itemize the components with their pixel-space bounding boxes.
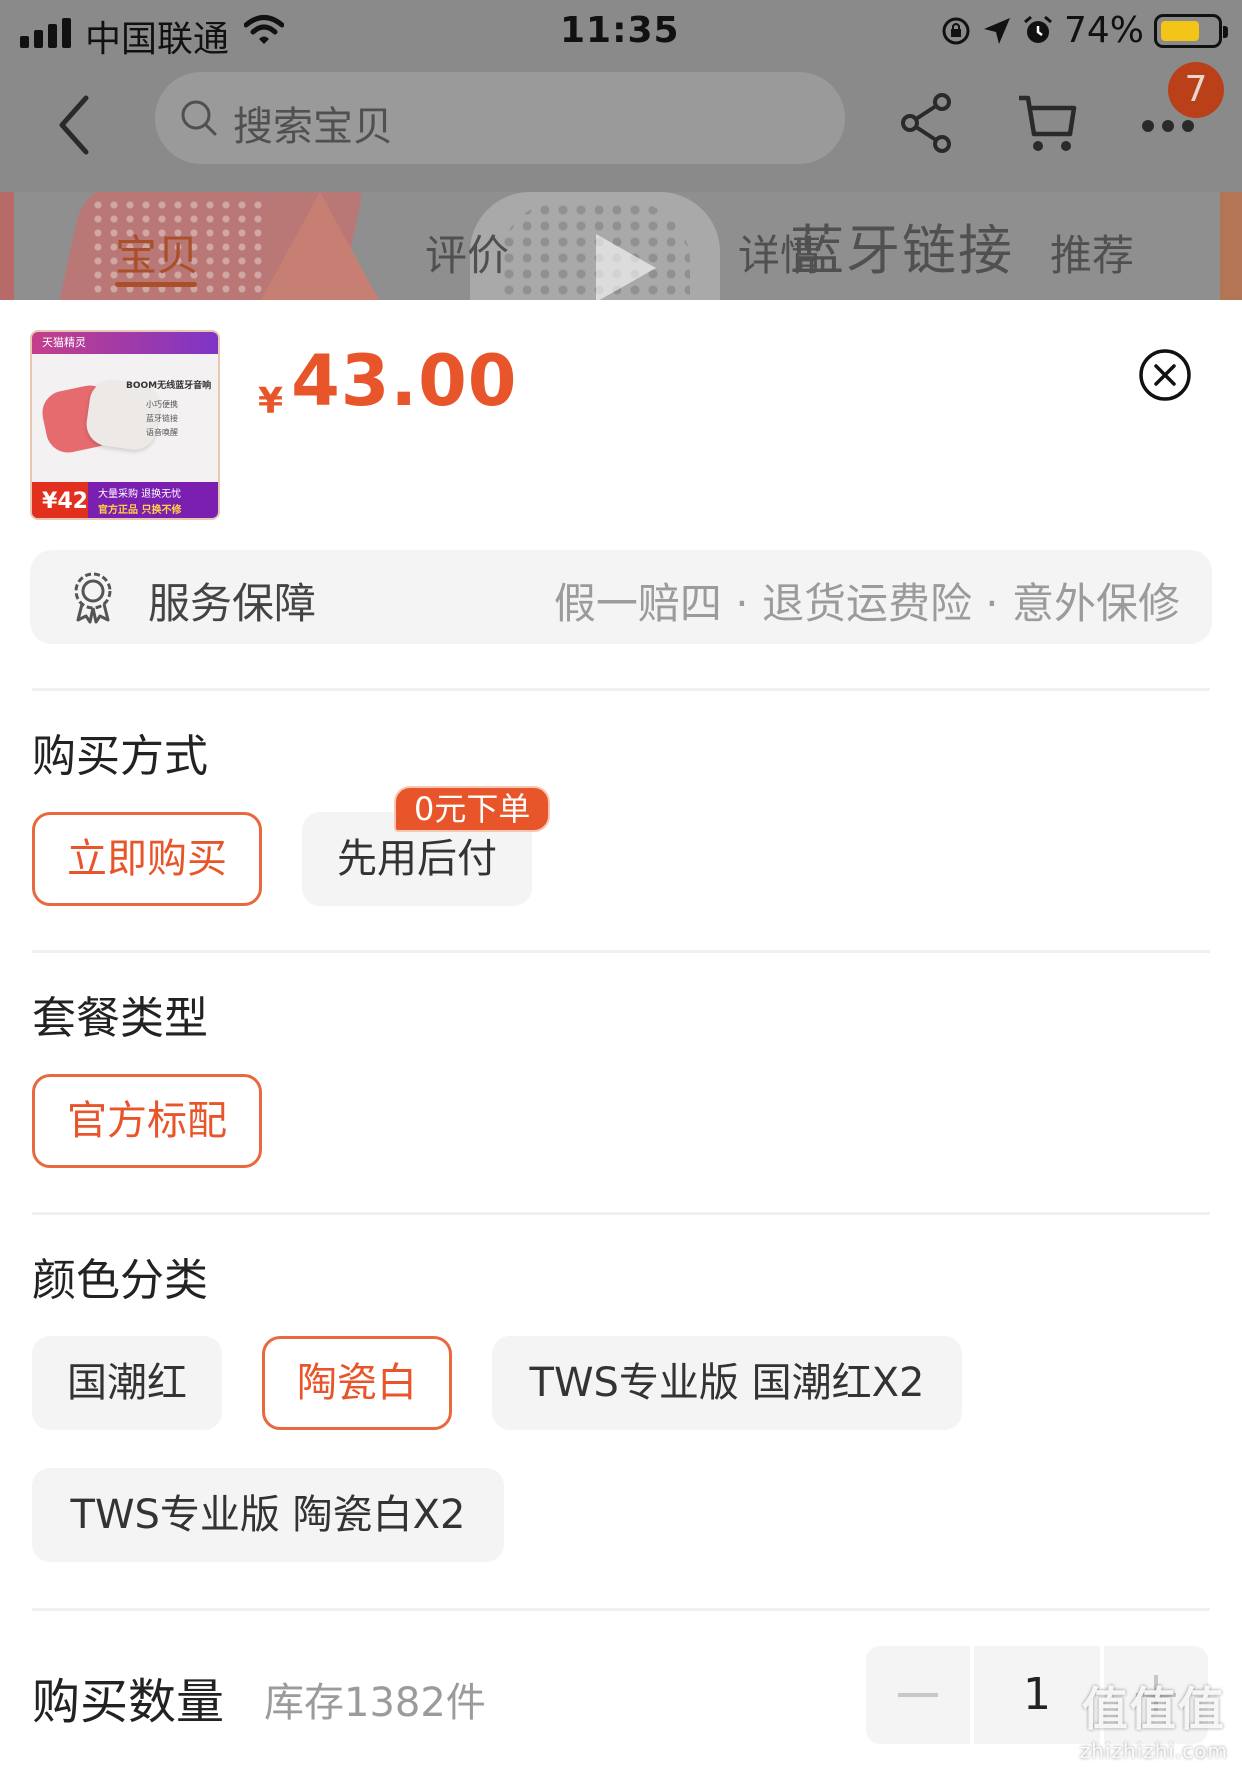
alarm-icon (1024, 15, 1052, 43)
divider (32, 1212, 1210, 1215)
nav-bar: 搜索宝贝 7 (0, 62, 1242, 192)
share-icon[interactable] (898, 92, 956, 154)
rotation-lock-icon (942, 17, 970, 44)
thumbnail-title: BOOM无线蓝牙音响 (126, 381, 212, 391)
tab-details[interactable]: 详情 (738, 222, 822, 283)
zero-down-badge: 0元下单 (394, 786, 551, 832)
tab-baobei[interactable]: 宝贝 (115, 222, 199, 283)
detail-tabs: 宝贝 评价 详情 推荐 (0, 200, 1242, 300)
service-values: 假一赔四 · 退货运费险 · 意外保修 (553, 579, 1180, 628)
wifi-icon (244, 15, 284, 44)
thumbnail-tagline-2: 官方正品 只换不修 (98, 505, 182, 516)
status-bar: 中国联通 11:35 74% (0, 0, 1242, 62)
price: ¥43.00 (258, 340, 517, 422)
currency-symbol: ¥ (258, 381, 284, 422)
option-color-red[interactable]: 国潮红 (32, 1336, 222, 1430)
purchase-method-title: 购买方式 (32, 731, 208, 782)
product-thumbnail[interactable]: 天猫精灵 BOOM无线蓝牙音响 小巧便携 蓝牙链接 语音唤醒 ¥42 大量采购 … (30, 330, 220, 520)
cart-icon[interactable] (1016, 92, 1078, 156)
divider (32, 950, 1210, 953)
thumbnail-brand: 天猫精灵 (32, 332, 218, 354)
divider (32, 1608, 1210, 1611)
close-icon[interactable] (1138, 348, 1192, 402)
guarantee-badge-icon (74, 572, 112, 624)
search-icon (181, 100, 217, 136)
battery-icon (1154, 13, 1228, 48)
watermark: 值值值 zhizhizhi.com (1080, 1673, 1228, 1763)
sku-selection-sheet: 天猫精灵 BOOM无线蓝牙音响 小巧便携 蓝牙链接 语音唤醒 ¥42 大量采购 … (0, 300, 1242, 1771)
service-label: 服务保障 (148, 579, 317, 628)
option-tws-red-x2[interactable]: TWS专业版 国潮红X2 (492, 1336, 962, 1430)
thumbnail-features: 小巧便携 蓝牙链接 语音唤醒 (146, 400, 178, 437)
status-right: 74% (940, 10, 1228, 51)
package-type-title: 套餐类型 (32, 993, 208, 1044)
tab-recommend[interactable]: 推荐 (1050, 222, 1134, 283)
quantity-label: 购买数量 (32, 1674, 225, 1730)
watermark-url: zhizhizhi.com (1079, 1739, 1228, 1763)
service-guarantee[interactable]: 服务保障 假一赔四 · 退货运费险 · 意外保修 (30, 550, 1212, 644)
clock: 11:35 (560, 10, 680, 51)
option-buy-now[interactable]: 立即购买 (32, 812, 262, 906)
tab-reviews[interactable]: 评价 (425, 222, 509, 283)
divider (32, 688, 1210, 691)
thumbnail-tagline: 大量采购 退换无忧 (98, 489, 182, 500)
search-input[interactable]: 搜索宝贝 (155, 72, 845, 164)
option-official-standard[interactable]: 官方标配 (32, 1074, 262, 1168)
location-icon (983, 17, 1010, 44)
page-backdrop[interactable]: 蓝牙链接 中国联通 11:35 74% 搜索宝贝 7 宝贝 评价 详情 推荐 (0, 0, 1242, 300)
watermark-logo: 值值值 (1081, 1682, 1226, 1736)
back-icon[interactable] (50, 90, 100, 160)
notification-badge: 7 (1168, 62, 1224, 118)
quantity-decrease-button[interactable] (866, 1646, 970, 1744)
thumbnail-price: ¥42 (32, 482, 88, 518)
option-tws-white-x2[interactable]: TWS专业版 陶瓷白X2 (32, 1468, 504, 1562)
stock-count: 库存1382件 (264, 1680, 486, 1726)
search-placeholder: 搜索宝贝 (233, 104, 393, 150)
option-color-white[interactable]: 陶瓷白 (262, 1336, 452, 1430)
signal-icon (20, 18, 71, 48)
battery-percent: 74% (1063, 10, 1144, 51)
price-amount: 43.00 (291, 340, 518, 422)
color-category-title: 颜色分类 (32, 1255, 208, 1306)
tab-active-indicator (115, 282, 197, 287)
carrier-name: 中国联通 (85, 19, 230, 60)
more-icon[interactable] (1138, 116, 1198, 136)
